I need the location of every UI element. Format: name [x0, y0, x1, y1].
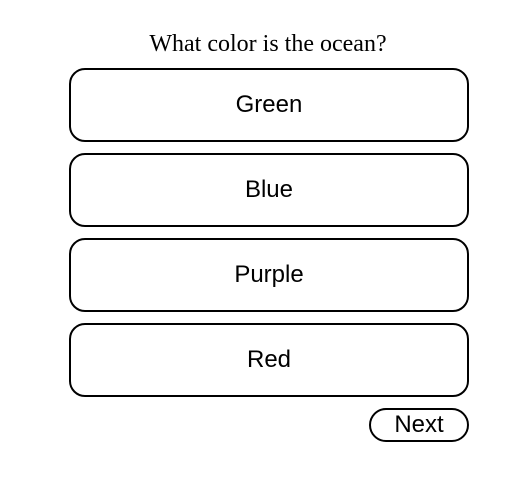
- answer-label: Blue: [244, 176, 294, 203]
- quiz-card: What color is the ocean? Green Blue Purp…: [0, 0, 526, 482]
- next-button[interactable]: Next: [369, 408, 469, 442]
- answer-option-red[interactable]: Red: [69, 323, 469, 397]
- next-button-label: Next: [394, 411, 444, 438]
- question-text: What color is the ocean?: [149, 31, 387, 57]
- answer-option-purple[interactable]: Purple: [69, 238, 469, 312]
- answer-option-green[interactable]: Green: [69, 68, 469, 142]
- answer-label: Green: [235, 91, 303, 118]
- answer-option-blue[interactable]: Blue: [69, 153, 469, 227]
- answer-label: Purple: [234, 261, 304, 288]
- answer-label: Red: [246, 346, 292, 373]
